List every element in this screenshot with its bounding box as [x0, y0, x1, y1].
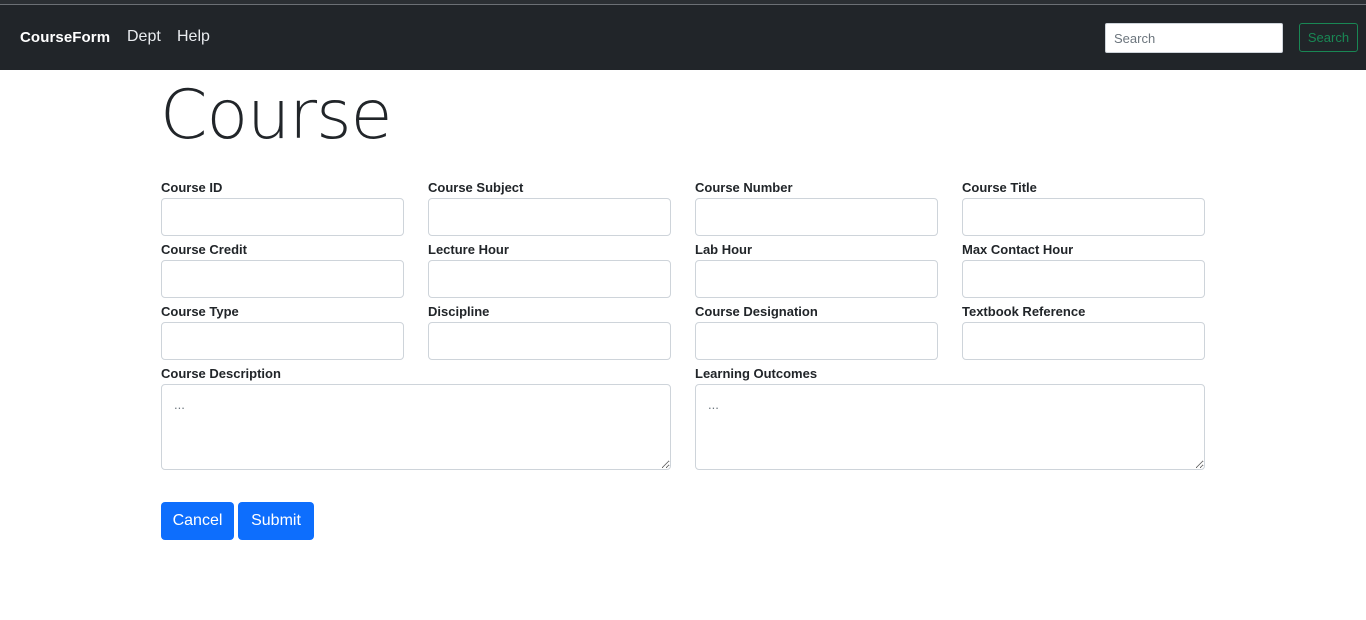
course-number-input[interactable] — [695, 198, 938, 236]
course-description-textarea[interactable] — [161, 384, 671, 470]
course-title-input[interactable] — [962, 198, 1205, 236]
discipline-input[interactable] — [428, 322, 671, 360]
lecture-hour-input[interactable] — [428, 260, 671, 298]
nav-link-dept[interactable]: Dept — [127, 28, 161, 46]
course-subject-input[interactable] — [428, 198, 671, 236]
nav-link-help[interactable]: Help — [177, 28, 210, 46]
course-subject-label: Course Subject — [428, 180, 524, 195]
lab-hour-input[interactable] — [695, 260, 938, 298]
discipline-label: Discipline — [428, 304, 490, 319]
submit-button[interactable]: Submit — [238, 502, 314, 540]
course-id-input[interactable] — [161, 198, 404, 236]
learning-outcomes-textarea[interactable] — [695, 384, 1205, 470]
course-designation-label: Course Designation — [695, 304, 818, 319]
course-designation-input[interactable] — [695, 322, 938, 360]
lecture-hour-label: Lecture Hour — [428, 242, 509, 257]
learning-outcomes-label: Learning Outcomes — [695, 366, 818, 381]
top-navbar: CourseForm Dept Help Search — [0, 5, 1366, 70]
textbook-reference-input[interactable] — [962, 322, 1205, 360]
course-title-label: Course Title — [962, 180, 1037, 195]
course-number-label: Course Number — [695, 180, 793, 195]
page-title: Course — [160, 76, 392, 155]
course-type-input[interactable] — [161, 322, 404, 360]
course-description-label: Course Description — [161, 366, 281, 381]
course-credit-input[interactable] — [161, 260, 404, 298]
course-id-label: Course ID — [161, 180, 223, 195]
course-credit-label: Course Credit — [161, 242, 247, 257]
max-contact-hour-input[interactable] — [962, 260, 1205, 298]
textbook-reference-label: Textbook Reference — [962, 304, 1086, 319]
lab-hour-label: Lab Hour — [695, 242, 753, 257]
max-contact-hour-label: Max Contact Hour — [962, 242, 1074, 257]
course-type-label: Course Type — [161, 304, 239, 319]
brand-link[interactable]: CourseForm — [20, 29, 110, 46]
cancel-button[interactable]: Cancel — [161, 502, 234, 540]
search-button[interactable]: Search — [1299, 23, 1358, 52]
search-input[interactable] — [1105, 23, 1283, 53]
